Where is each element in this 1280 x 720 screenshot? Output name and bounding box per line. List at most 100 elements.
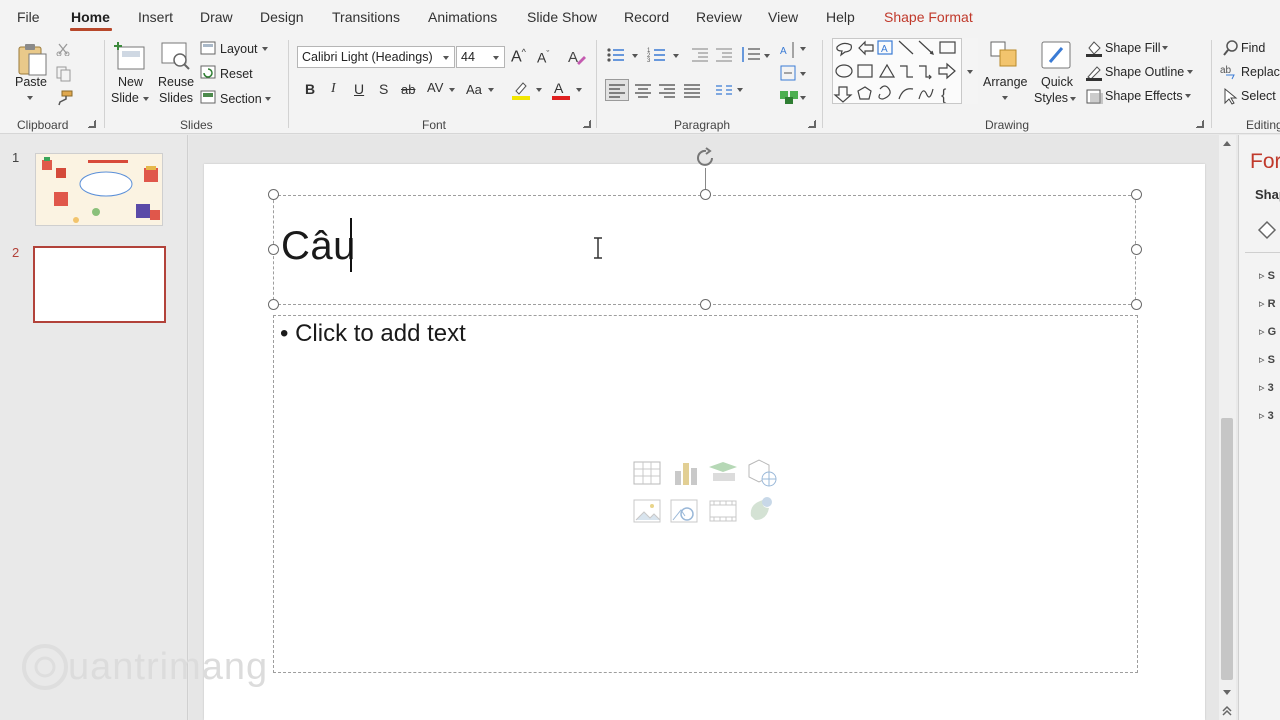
quick-styles-icon[interactable] xyxy=(1040,40,1074,72)
change-case-icon[interactable]: Aa xyxy=(466,82,482,97)
increase-indent-icon[interactable] xyxy=(714,46,734,64)
slide-thumbnail-1[interactable] xyxy=(35,153,163,226)
resize-handle[interactable] xyxy=(700,189,711,200)
character-spacing-icon[interactable]: AV xyxy=(427,80,443,95)
insert-stock-images-icon[interactable] xyxy=(669,496,701,526)
insert-picture-icon[interactable] xyxy=(632,496,662,526)
new-slide-icon[interactable] xyxy=(114,40,148,72)
tab-home[interactable]: Home xyxy=(71,9,110,25)
tab-insert[interactable]: Insert xyxy=(138,9,173,25)
pane-section-item[interactable]: ▹ 3 xyxy=(1259,381,1274,394)
justify-icon[interactable] xyxy=(681,80,703,100)
replace-label[interactable]: Replac xyxy=(1241,65,1280,79)
pane-section-item[interactable]: ▹ G xyxy=(1259,325,1276,338)
resize-handle[interactable] xyxy=(268,244,279,255)
layout-label[interactable]: Layout xyxy=(220,42,258,56)
format-pane-subtitle[interactable]: Shap xyxy=(1255,187,1280,202)
line-spacing-caret[interactable] xyxy=(764,54,770,58)
quick-styles-label-2[interactable]: Styles xyxy=(1034,91,1068,105)
resize-handle[interactable] xyxy=(700,299,711,310)
scroll-up-icon[interactable] xyxy=(1221,138,1233,148)
resize-handle[interactable] xyxy=(1131,244,1142,255)
decrease-indent-icon[interactable] xyxy=(690,46,710,64)
font-color-caret[interactable] xyxy=(576,88,582,92)
tab-help[interactable]: Help xyxy=(826,9,855,25)
cut-icon[interactable] xyxy=(56,42,70,56)
tab-review[interactable]: Review xyxy=(696,9,742,25)
shape-outline-caret[interactable] xyxy=(1187,70,1193,74)
reuse-slides-label-2[interactable]: Slides xyxy=(159,91,193,105)
reset-label[interactable]: Reset xyxy=(220,67,253,81)
scroll-down-icon[interactable] xyxy=(1221,688,1233,698)
reset-icon[interactable] xyxy=(200,65,216,79)
insert-smartart-icon[interactable] xyxy=(707,459,739,487)
resize-handle[interactable] xyxy=(1131,299,1142,310)
new-slide-label-1[interactable]: New xyxy=(118,75,143,89)
tab-draw[interactable]: Draw xyxy=(200,9,233,25)
shape-effects-caret[interactable] xyxy=(1185,94,1191,98)
align-center-icon[interactable] xyxy=(632,80,654,100)
find-label[interactable]: Find xyxy=(1241,41,1265,55)
columns-icon[interactable] xyxy=(714,80,734,100)
numbering-caret[interactable] xyxy=(673,54,679,58)
align-text-icon[interactable] xyxy=(779,64,799,82)
insert-icons-icon[interactable] xyxy=(745,494,777,526)
tab-slide-show[interactable]: Slide Show xyxy=(527,9,597,25)
character-spacing-caret[interactable] xyxy=(449,88,455,92)
font-name-caret[interactable] xyxy=(443,56,449,60)
previous-slide-icon[interactable] xyxy=(1220,704,1234,718)
insert-3d-model-icon[interactable] xyxy=(745,457,779,489)
italic-icon[interactable]: I xyxy=(331,81,336,97)
align-left-button[interactable] xyxy=(605,79,629,101)
replace-icon[interactable]: ab xyxy=(1220,63,1240,81)
numbering-icon[interactable]: 123 xyxy=(647,46,669,64)
tab-shape-format[interactable]: Shape Format xyxy=(884,9,973,25)
bullets-caret[interactable] xyxy=(632,54,638,58)
pane-section-item[interactable]: ▹ S xyxy=(1259,269,1275,282)
title-placeholder[interactable] xyxy=(273,195,1136,305)
reuse-slides-icon[interactable] xyxy=(160,40,192,72)
pane-section-item[interactable]: ▹ R xyxy=(1259,297,1276,310)
shape-fill-caret[interactable] xyxy=(1162,46,1168,50)
quick-styles-caret[interactable] xyxy=(1070,97,1076,101)
shape-outline-label[interactable]: Shape Outline xyxy=(1105,65,1184,79)
tab-animations[interactable]: Animations xyxy=(428,9,497,25)
shape-effects-label[interactable]: Shape Effects xyxy=(1105,89,1183,103)
paste-label[interactable]: Paste xyxy=(15,75,47,89)
select-icon[interactable] xyxy=(1222,87,1238,105)
shape-effects-icon[interactable] xyxy=(1085,87,1103,105)
smartart-icon[interactable] xyxy=(779,88,799,106)
layout-icon[interactable] xyxy=(200,41,216,55)
scrollbar-thumb[interactable] xyxy=(1221,418,1233,680)
copy-icon[interactable] xyxy=(56,66,72,82)
line-spacing-icon[interactable] xyxy=(740,45,762,65)
slide-thumbnail-2[interactable] xyxy=(33,246,166,323)
clear-formatting-icon[interactable]: A xyxy=(567,47,587,67)
highlight-color-icon[interactable] xyxy=(511,79,531,101)
paragraph-launcher-icon[interactable] xyxy=(808,120,816,128)
format-painter-icon[interactable] xyxy=(56,90,74,106)
content-placeholder-text[interactable]: • Click to add text xyxy=(280,320,466,348)
shapes-gallery[interactable]: A { xyxy=(832,38,978,104)
underline-icon[interactable]: U xyxy=(354,81,364,97)
tab-view[interactable]: View xyxy=(768,9,798,25)
resize-handle[interactable] xyxy=(268,189,279,200)
section-icon[interactable] xyxy=(200,90,216,104)
tab-design[interactable]: Design xyxy=(260,9,304,25)
drawing-launcher-icon[interactable] xyxy=(1196,120,1204,128)
rotate-handle-icon[interactable] xyxy=(694,146,718,170)
bullets-icon[interactable] xyxy=(606,46,628,64)
text-direction-caret[interactable] xyxy=(800,47,806,51)
find-icon[interactable] xyxy=(1222,39,1240,57)
pane-section-item[interactable]: ▹ S xyxy=(1259,353,1275,366)
align-text-caret[interactable] xyxy=(800,72,806,76)
font-size-combo[interactable]: 44 xyxy=(456,46,505,68)
paste-icon[interactable] xyxy=(15,42,49,78)
text-shadow-icon[interactable]: S xyxy=(379,81,388,97)
strikethrough-icon[interactable]: ab xyxy=(401,82,415,97)
shape-fill-label[interactable]: Shape Fill xyxy=(1105,41,1161,55)
fill-line-icon[interactable] xyxy=(1255,218,1279,242)
decrease-font-size-icon[interactable]: Aˇ xyxy=(537,49,549,66)
slide-title-text[interactable]: Câu xyxy=(281,224,356,269)
resize-handle[interactable] xyxy=(1131,189,1142,200)
